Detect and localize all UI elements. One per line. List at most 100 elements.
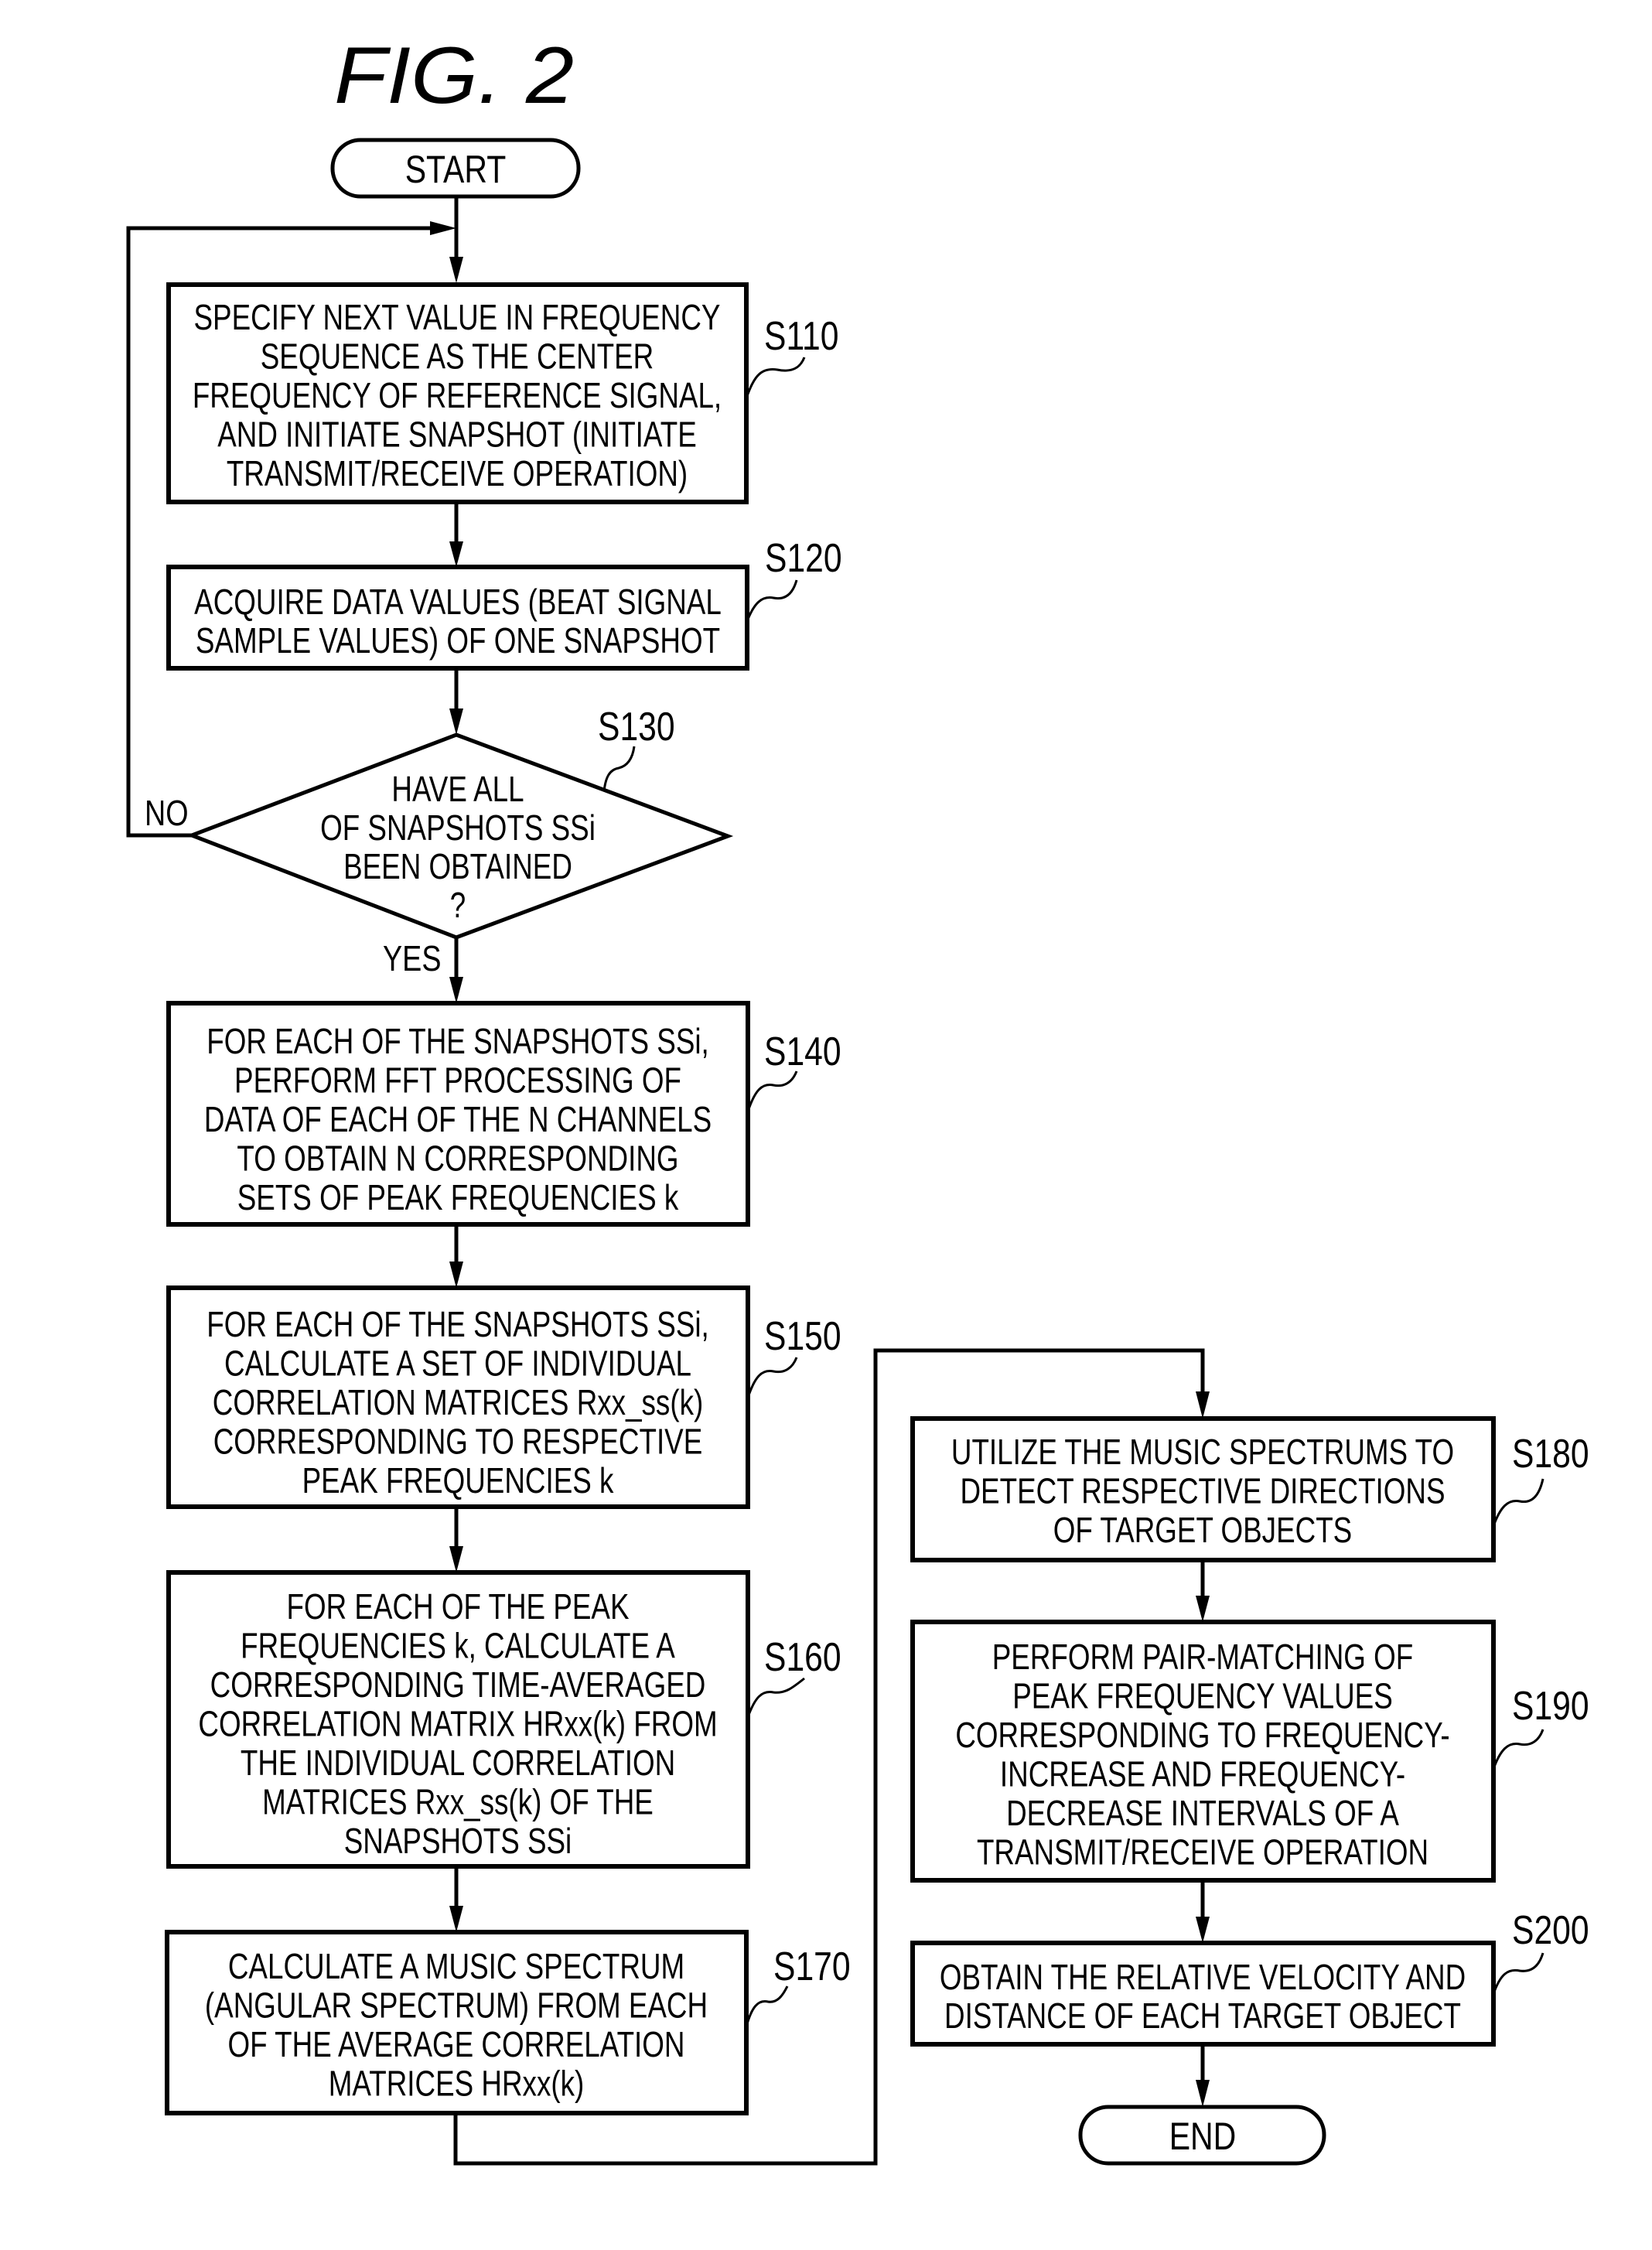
text-line: SPECIFY NEXT VALUE IN FREQUENCY (194, 297, 721, 337)
start-label: START (405, 148, 507, 191)
text-line: CORRESPONDING TIME-AVERAGED (210, 1664, 706, 1705)
text-line: OF THE AVERAGE CORRELATION (228, 2024, 685, 2064)
connector-s130-s140 (449, 935, 463, 1003)
arrow-head-icon (449, 257, 463, 283)
step-label-s180: S180 (1512, 1432, 1589, 1477)
step-s180: UTILIZE THE MUSIC SPECTRUMS TO DETECT RES… (910, 1416, 1589, 1562)
text-line: TRANSMIT/RECEIVE OPERATION (977, 1832, 1428, 1873)
text-line: SAMPLE VALUES) OF ONE SNAPSHOT (196, 620, 720, 661)
connector-s160-s170 (449, 1864, 463, 1932)
yes-branch-label: YES (383, 938, 441, 978)
leader-s160 (746, 1677, 805, 1718)
text-line: CALCULATE A MUSIC SPECTRUM (228, 1946, 684, 1986)
step-label-s170: S170 (773, 1944, 851, 1989)
text-line: UTILIZE THE MUSIC SPECTRUMS TO (951, 1432, 1454, 1472)
step-s200: OBTAIN THE RELATIVE VELOCITY AND DISTANCE… (910, 1908, 1589, 2047)
step-s190: PERFORM PAIR-MATCHING OF PEAK FREQUENCY V… (910, 1620, 1589, 1883)
connector-s150-s160 (449, 1504, 463, 1572)
text-line: FOR EACH OF THE SNAPSHOTS SSi, (206, 1021, 709, 1061)
step-label-s190: S190 (1512, 1684, 1589, 1729)
leader-s190 (1492, 1729, 1544, 1770)
step-label-s150: S150 (764, 1314, 841, 1359)
step-s110: SPECIFY NEXT VALUE IN FREQUENCY SEQUENCE … (166, 282, 838, 504)
text-line: AND INITIATE SNAPSHOT (INITIATE (217, 415, 697, 455)
text-line: DATA OF EACH OF THE N CHANNELS (204, 1099, 712, 1139)
step-s110-text: SPECIFY NEXT VALUE IN FREQUENCY SEQUENCE … (193, 297, 722, 493)
step-label-s140: S140 (764, 1029, 841, 1074)
step-label-s130: S130 (598, 705, 675, 749)
connector-start-s110 (449, 195, 463, 283)
arrow-head-icon (1196, 1917, 1210, 1943)
text-line: PEAK FREQUENCIES k (302, 1460, 615, 1501)
text-line: DISTANCE OF EACH TARGET OBJECT (944, 1996, 1461, 2036)
end-terminal: END (1078, 2105, 1326, 2166)
text-line: CALCULATE A SET OF INDIVIDUAL (224, 1344, 691, 1384)
step-label-s160: S160 (764, 1635, 841, 1680)
text-line: BEEN OBTAINED (343, 846, 572, 886)
step-s120-text: ACQUIRE DATA VALUES (BEAT SIGNAL SAMPLE V… (194, 582, 722, 661)
text-line: CORRESPONDING TO FREQUENCY- (955, 1715, 1449, 1755)
arrow-head-icon (430, 221, 456, 235)
text-line: PERFORM PAIR-MATCHING OF (992, 1637, 1414, 1677)
text-line: OBTAIN THE RELATIVE VELOCITY AND (940, 1957, 1466, 1997)
arrow-head-icon (1196, 1391, 1210, 1419)
text-line: PEAK FREQUENCY VALUES (1012, 1676, 1393, 1716)
arrow-head-icon (449, 977, 463, 1003)
step-s120: ACQUIRE DATA VALUES (BEAT SIGNAL SAMPLE V… (166, 536, 842, 671)
text-line: CORRESPONDING TO RESPECTIVE (213, 1422, 703, 1462)
text-line: CORRELATION MATRIX HRxx(k) FROM (198, 1704, 717, 1744)
arrow-head-icon (449, 1906, 463, 1932)
leader-s170 (745, 1985, 789, 2027)
step-s140: FOR EACH OF THE SNAPSHOTS SSi, PERFORM FF… (166, 1001, 841, 1227)
text-line: DECREASE INTERVALS OF A (1006, 1793, 1399, 1833)
step-label-s120: S120 (765, 536, 842, 581)
text-line: FREQUENCIES k, CALCULATE A (241, 1626, 675, 1666)
flowchart-canvas: FIG. 2 START SPECIFY NEXT VALUE IN FREQU… (126, 31, 1589, 2166)
text-line: FREQUENCY OF REFERENCE SIGNAL, (193, 375, 722, 415)
arrow-head-icon (1196, 2080, 1210, 2107)
connector-s140-s150 (449, 1222, 463, 1288)
text-line: MATRICES HRxx(k) (329, 2064, 585, 2104)
step-s160-text: FOR EACH OF THE PEAK FREQUENCIES k, CALCU… (198, 1586, 717, 1861)
text-line: HAVE ALL (391, 769, 524, 809)
step-s140-text: FOR EACH OF THE SNAPSHOTS SSi, PERFORM FF… (204, 1021, 712, 1217)
leader-s150 (746, 1357, 798, 1398)
text-line: OF SNAPSHOTS SSi (320, 807, 596, 848)
leader-s110 (745, 357, 806, 399)
step-s150: FOR EACH OF THE SNAPSHOTS SSi, CALCULATE … (166, 1285, 841, 1509)
text-line: MATRICES Rxx_ss(k) OF THE (262, 1782, 654, 1822)
step-s190-text: PERFORM PAIR-MATCHING OF PEAK FREQUENCY V… (955, 1637, 1449, 1873)
arrow-head-icon (449, 1262, 463, 1288)
text-line: TRANSMIT/RECEIVE OPERATION) (227, 453, 688, 493)
leader-s180 (1492, 1478, 1544, 1527)
connector-s120-s130 (449, 667, 463, 735)
text-line: PERFORM FFT PROCESSING OF (234, 1060, 681, 1101)
step-s170: CALCULATE A MUSIC SPECTRUM (ANGULAR SPECT… (165, 1930, 851, 2115)
text-line: CORRELATION MATRICES Rxx_ss(k) (213, 1382, 704, 1422)
leader-s200 (1492, 1952, 1544, 1995)
step-label-s110: S110 (764, 314, 838, 359)
text-line: FOR EACH OF THE SNAPSHOTS SSi, (206, 1304, 709, 1344)
connector-s110-s120 (449, 500, 463, 567)
step-label-s200: S200 (1512, 1908, 1589, 1953)
connector-s180-s190 (1196, 1558, 1210, 1622)
leader-s140 (746, 1070, 798, 1112)
text-line: DETECT RESPECTIVE DIRECTIONS (960, 1471, 1445, 1511)
text-line: (ANGULAR SPECTRUM) FROM EACH (205, 1985, 708, 2026)
decision-s130: HAVE ALL OF SNAPSHOTS SSi BEEN OBTAINED? S… (145, 705, 734, 978)
connector-s200-end (1196, 2042, 1210, 2107)
no-branch-label: NO (145, 793, 189, 833)
text-line: SNAPSHOTS SSi (344, 1821, 572, 1861)
text-line: FOR EACH OF THE PEAK (286, 1586, 629, 1627)
arrow-head-icon (1196, 1596, 1210, 1622)
text-line: ? (450, 885, 466, 925)
step-s160: FOR EACH OF THE PEAK FREQUENCIES k, CALCU… (166, 1570, 841, 1869)
text-line: TO OBTAIN N CORRESPONDING (237, 1139, 678, 1179)
text-line: INCREASE AND FREQUENCY- (1000, 1754, 1405, 1794)
figure-title: FIG. 2 (334, 31, 574, 121)
step-s200-text: OBTAIN THE RELATIVE VELOCITY AND DISTANCE… (940, 1957, 1466, 2036)
arrow-head-icon (449, 1546, 463, 1572)
text-line: SETS OF PEAK FREQUENCIES k (237, 1177, 679, 1217)
end-label: END (1169, 2115, 1237, 2158)
text-line: ACQUIRE DATA VALUES (BEAT SIGNAL (194, 582, 722, 622)
